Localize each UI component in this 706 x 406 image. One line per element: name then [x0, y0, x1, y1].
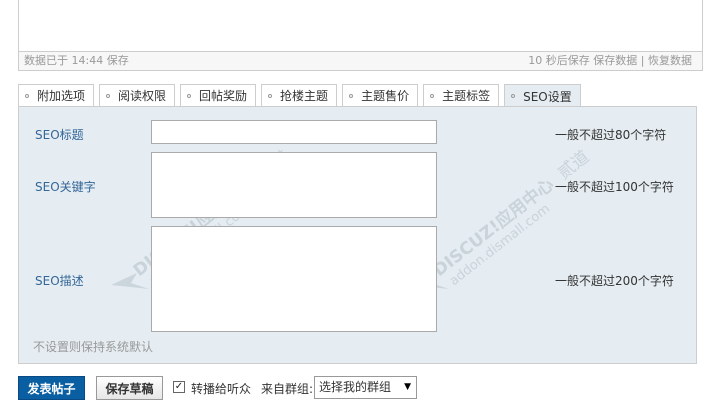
- autosave-status: 数据已于 14:44 保存: [24, 54, 129, 67]
- tab-label: 主题标签: [442, 89, 491, 103]
- seo-keywords-label: SEO关键字: [35, 180, 96, 194]
- group-label: 来自群组:: [261, 382, 314, 396]
- triangle-down-icon: ▼: [404, 382, 411, 392]
- publish-post-button[interactable]: 发表帖子: [18, 376, 85, 400]
- seo-description-textarea[interactable]: [151, 226, 437, 332]
- circle-bullet-icon: [268, 93, 273, 98]
- tab-label: 主题售价: [361, 89, 410, 103]
- group-select[interactable]: 选择我的群组 ▼: [314, 376, 417, 399]
- seo-description-label: SEO描述: [35, 274, 84, 288]
- broadcast-checkbox[interactable]: ✓: [173, 381, 185, 393]
- circle-bullet-icon: [430, 93, 435, 98]
- seo-title-label: SEO标题: [35, 128, 84, 142]
- watermark-site: addon.dismall.com: [447, 201, 553, 289]
- seo-keywords-hint: 一般不超过100个字符: [555, 180, 674, 194]
- watermark-arrow-icon: [111, 273, 149, 289]
- tab-seo-settings[interactable]: SEO设置: [504, 84, 581, 107]
- seo-title-input[interactable]: [151, 120, 437, 144]
- check-icon: ✓: [174, 381, 184, 392]
- seo-default-note: 不设置则保持系统默认: [33, 340, 154, 354]
- editor-status-bar: 数据已于 14:44 保存 10 秒后保存 保存数据 | 恢复数据: [18, 52, 703, 71]
- circle-bullet-icon: [349, 93, 354, 98]
- separator: |: [640, 54, 645, 67]
- restore-data-link[interactable]: 恢复数据: [648, 54, 692, 67]
- save-data-link[interactable]: 保存数据: [593, 54, 637, 67]
- tab-thread-tags[interactable]: 主题标签: [423, 84, 500, 106]
- circle-bullet-icon: [106, 93, 111, 98]
- seo-description-hint: 一般不超过200个字符: [555, 274, 674, 288]
- post-action-bar: 发表帖子 保存草稿 ✓ 转播给听众 来自群组: 选择我的群组 ▼: [18, 376, 706, 400]
- watermark-brand: DISCUZ!应用中心: [429, 174, 558, 281]
- tab-thread-price[interactable]: 主题售价: [342, 84, 419, 106]
- post-options-tabs: 附加选项 阅读权限 回帖奖励 抢楼主题 主题售价 主题标签 SEO设置: [18, 84, 586, 107]
- tab-label: 阅读权限: [118, 89, 167, 103]
- seo-keywords-textarea[interactable]: [151, 152, 437, 218]
- circle-bullet-icon: [25, 93, 29, 98]
- tab-read-permission[interactable]: 阅读权限: [99, 84, 176, 106]
- tab-label: 回帖奖励: [199, 89, 248, 103]
- tab-floor-grab[interactable]: 抢楼主题: [261, 84, 338, 106]
- autosave-countdown: 10 秒后保存: [528, 54, 590, 67]
- circle-bullet-icon: [511, 94, 516, 98]
- tab-extra-options[interactable]: 附加选项: [18, 84, 95, 106]
- group-select-value: 选择我的群组: [319, 380, 392, 394]
- seo-title-hint: 一般不超过80个字符: [555, 128, 667, 142]
- save-draft-button[interactable]: 保存草稿: [96, 376, 163, 400]
- circle-bullet-icon: [187, 93, 192, 98]
- autosave-actions: 10 秒后保存 保存数据 | 恢复数据: [528, 52, 692, 70]
- tab-label: SEO设置: [523, 89, 572, 104]
- editor-content-area[interactable]: [18, 0, 703, 52]
- tab-reply-reward[interactable]: 回帖奖励: [180, 84, 257, 106]
- seo-settings-panel: DISCUZ!应用中心 addon.dismall.com 贰道 DISCUZ!…: [18, 106, 697, 364]
- tab-label: 抢楼主题: [280, 89, 329, 103]
- tab-label: 附加选项: [37, 89, 86, 103]
- broadcast-label: 转播给听众: [191, 382, 252, 396]
